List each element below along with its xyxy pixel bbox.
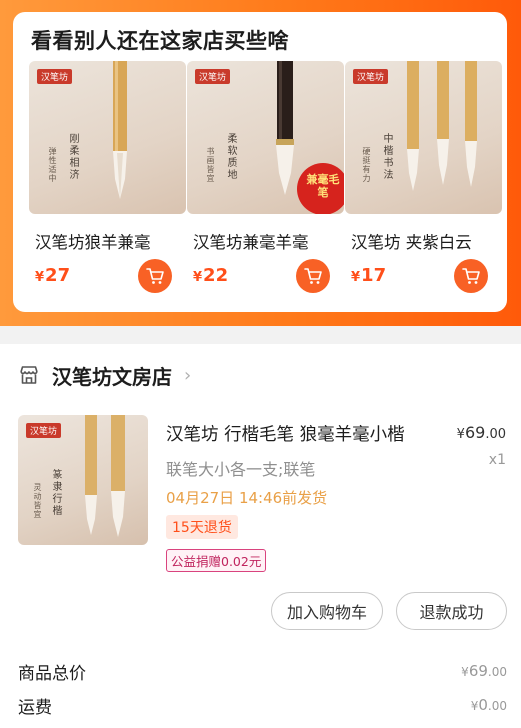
recommend-banner: 看看别人还在这家店买些啥 汉笔坊 刚柔相济 弹性适中 汉笔坊狼羊兼毫 ¥27 汉…: [0, 0, 521, 326]
product-name[interactable]: 汉笔坊狼羊兼毫: [35, 229, 151, 253]
recommend-product-3[interactable]: 汉笔坊 中楷书法 硬挺有力 汉笔坊 夹紫白云 ¥17: [345, 61, 502, 293]
cart-icon: [146, 268, 164, 284]
order-item-title[interactable]: 汉笔坊 行楷毛笔 狼毫羊毫小楷: [166, 421, 431, 446]
shop-icon: [20, 366, 38, 384]
product-badge: 兼毫毛笔: [306, 173, 340, 199]
product-image[interactable]: 汉笔坊 中楷书法 硬挺有力: [345, 61, 502, 214]
recommend-product-1[interactable]: 汉笔坊 刚柔相济 弹性适中 汉笔坊狼羊兼毫 ¥27: [29, 61, 186, 293]
chevron-right-icon[interactable]: ›: [184, 365, 191, 386]
total-price-value: ¥69.00: [461, 662, 507, 680]
add-to-cart-button[interactable]: [454, 259, 488, 293]
cart-icon: [462, 268, 480, 284]
brand-seal: 汉笔坊: [26, 423, 62, 438]
calligraphy-text: 中楷书法: [381, 133, 392, 181]
add-to-cart-button[interactable]: 加入购物车: [271, 592, 383, 630]
shop-header[interactable]: 汉笔坊文房店 ›: [18, 360, 191, 390]
recommend-title: 看看别人还在这家店买些啥: [31, 29, 289, 53]
calligraphy-subtext: 书画皆宜: [206, 147, 215, 183]
calligraphy-subtext: 弹性适中: [48, 147, 57, 183]
section-divider: [0, 326, 521, 344]
product-price: ¥22: [193, 265, 229, 286]
order-item-spec: 联笔大小各一支;联笔: [166, 460, 316, 479]
total-price-label: 商品总价: [18, 663, 86, 684]
calligraphy-subtext: 灵动皆宜: [33, 483, 42, 519]
product-image[interactable]: 汉笔坊 刚柔相济 弹性适中: [29, 61, 186, 214]
calligraphy-subtext: 硬挺有力: [362, 147, 371, 183]
brand-seal: 汉笔坊: [353, 69, 389, 84]
order-item-quantity: x1: [488, 452, 506, 468]
calligraphy-text: 柔软质地: [225, 133, 236, 181]
cart-icon: [304, 268, 322, 284]
add-to-cart-button[interactable]: [296, 259, 330, 293]
brand-seal: 汉笔坊: [37, 69, 73, 84]
product-price: ¥27: [35, 265, 71, 286]
product-image[interactable]: 汉笔坊 柔软质地 书画皆宜 兼毫毛笔: [187, 61, 344, 214]
total-price-row: 商品总价 ¥69.00: [18, 658, 507, 684]
return-policy-tag: 15天退货: [166, 515, 238, 539]
shipping-fee-row: 运费 ¥0.00: [18, 692, 507, 718]
add-to-cart-button[interactable]: [138, 259, 172, 293]
product-name[interactable]: 汉笔坊兼毫羊毫: [193, 229, 309, 253]
calligraphy-text: 刚柔相济: [67, 133, 78, 181]
shop-name[interactable]: 汉笔坊文房店: [52, 361, 172, 390]
shipping-fee-label: 运费: [18, 697, 52, 718]
shipping-deadline: 04月27日 14:46前发货: [166, 489, 328, 507]
shipping-fee-value: ¥0.00: [470, 696, 507, 714]
product-price: ¥17: [351, 265, 387, 286]
recommend-card: 看看别人还在这家店买些啥 汉笔坊 刚柔相济 弹性适中 汉笔坊狼羊兼毫 ¥27 汉…: [13, 12, 507, 312]
order-item-price: ¥69.00: [456, 423, 506, 442]
charity-tag: 公益捐赠0.02元: [166, 549, 267, 572]
recommend-product-2[interactable]: 汉笔坊 柔软质地 书画皆宜 兼毫毛笔 汉笔坊兼毫羊毫 ¥22: [187, 61, 344, 293]
product-name[interactable]: 汉笔坊 夹紫白云: [351, 229, 472, 253]
calligraphy-text: 篆隶行楷: [50, 469, 61, 517]
refund-status-button[interactable]: 退款成功: [396, 592, 507, 630]
order-item-image[interactable]: 汉笔坊 篆隶行楷 灵动皆宜: [18, 415, 148, 545]
brand-seal: 汉笔坊: [195, 69, 231, 84]
